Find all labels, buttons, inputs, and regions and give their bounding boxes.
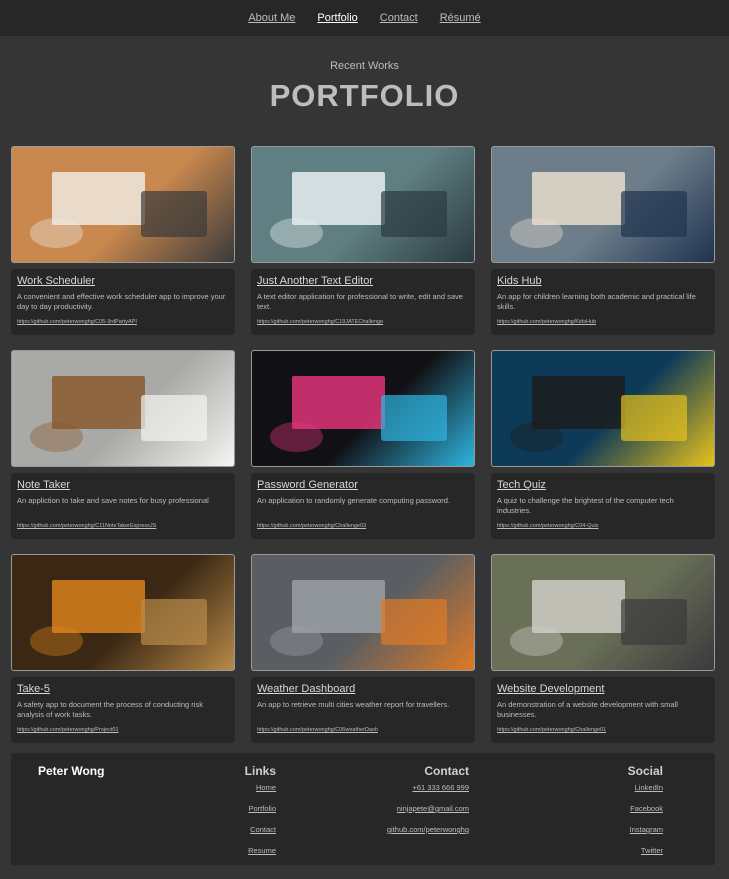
top-nav: About Me Portfolio Contact Résumé <box>0 0 729 36</box>
page-title: PORTFOLIO <box>269 78 460 113</box>
project-card: Weather Dashboard An app to retrieve mul… <box>251 554 475 747</box>
footer-links-heading: Links <box>244 764 276 778</box>
project-description: An demonstration of a website developmen… <box>497 700 678 719</box>
project-description: A text editor application for profession… <box>257 292 463 311</box>
project-title[interactable]: Kids Hub <box>497 275 710 287</box>
project-repo-link[interactable]: https://github.com/peterwonghg/C06weathe… <box>257 727 470 733</box>
project-info: Work Scheduler A convenient and effectiv… <box>11 269 235 335</box>
footer-contact-column: Contact +61 333 666 999 ninjapete@gmail.… <box>387 764 469 846</box>
footer-github-link[interactable]: github.com/peterwonghg <box>387 825 469 834</box>
project-description: An appliction to take and save notes for… <box>17 496 209 505</box>
project-repo-link[interactable]: https://github.com/peterwonghg/KidsHub <box>497 319 710 325</box>
project-thumbnail[interactable] <box>11 554 235 671</box>
project-card: Just Another Text Editor A text editor a… <box>251 146 475 339</box>
footer-link-home[interactable]: Home <box>245 783 276 792</box>
project-description: A safety app to document the process of … <box>17 700 203 719</box>
project-title[interactable]: Weather Dashboard <box>257 683 470 695</box>
project-title[interactable]: Just Another Text Editor <box>257 275 470 287</box>
footer-instagram-link[interactable]: Instagram <box>628 825 663 834</box>
project-title[interactable]: Website Development <box>497 683 710 695</box>
project-card: Kids Hub An app for children learning bo… <box>491 146 715 339</box>
project-card: Tech Quiz A quiz to challenge the bright… <box>491 350 715 543</box>
footer-contact-heading: Contact <box>424 764 469 778</box>
footer-links-column: Links Home Portfolio Contact Resume <box>245 764 276 867</box>
project-thumbnail[interactable] <box>11 146 235 263</box>
footer-twitter-link[interactable]: Twitter <box>628 846 663 855</box>
project-description: An app to retrieve multi cities weather … <box>257 700 450 709</box>
project-description: An app for children learning both academ… <box>497 292 696 311</box>
project-description: A quiz to challenge the brightest of the… <box>497 496 674 515</box>
footer-link-portfolio[interactable]: Portfolio <box>245 804 276 813</box>
project-thumbnail[interactable] <box>491 146 715 263</box>
site-footer: Peter Wong Links Home Portfolio Contact … <box>11 753 715 865</box>
project-card: Take-5 A safety app to document the proc… <box>11 554 235 747</box>
project-card: Website Development An demonstration of … <box>491 554 715 747</box>
project-info: Note Taker An appliction to take and sav… <box>11 473 235 539</box>
project-info: Password Generator An application to ran… <box>251 473 475 539</box>
project-card: Note Taker An appliction to take and sav… <box>11 350 235 543</box>
project-info: Kids Hub An app for children learning bo… <box>491 269 715 335</box>
footer-link-resume[interactable]: Resume <box>245 846 276 855</box>
project-title[interactable]: Note Taker <box>17 479 230 491</box>
nav-resume[interactable]: Résumé <box>440 12 481 24</box>
project-thumbnail[interactable] <box>251 146 475 263</box>
nav-about-me[interactable]: About Me <box>248 12 295 24</box>
project-info: Just Another Text Editor A text editor a… <box>251 269 475 335</box>
project-repo-link[interactable]: https://github.com/peterwonghg/Challenge… <box>497 727 710 733</box>
footer-author-name: Peter Wong <box>38 764 105 778</box>
project-thumbnail[interactable] <box>491 554 715 671</box>
project-repo-link[interactable]: https://github.com/peterwonghg/C11NoteTa… <box>17 523 230 529</box>
project-thumbnail[interactable] <box>11 350 235 467</box>
project-repo-link[interactable]: https://github.com/peterwonghg/Challenge… <box>257 523 470 529</box>
project-title[interactable]: Tech Quiz <box>497 479 710 491</box>
project-thumbnail[interactable] <box>251 350 475 467</box>
project-card: Work Scheduler A convenient and effectiv… <box>11 146 235 339</box>
footer-facebook-link[interactable]: Facebook <box>628 804 663 813</box>
project-repo-link[interactable]: https://github.com/peterwonghg/C19JATECh… <box>257 319 470 325</box>
project-thumbnail[interactable] <box>251 554 475 671</box>
project-title[interactable]: Take-5 <box>17 683 230 695</box>
project-description: An application to randomly generate comp… <box>257 496 451 505</box>
project-info: Website Development An demonstration of … <box>491 677 715 743</box>
project-card: Password Generator An application to ran… <box>251 350 475 543</box>
project-info: Take-5 A safety app to document the proc… <box>11 677 235 743</box>
nav-portfolio[interactable]: Portfolio <box>317 12 357 24</box>
project-repo-link[interactable]: https://github.com/peterwonghg/Project01 <box>17 727 230 733</box>
nav-contact[interactable]: Contact <box>380 12 418 24</box>
footer-social-heading: Social <box>627 764 663 778</box>
project-thumbnail[interactable] <box>491 350 715 467</box>
footer-social-column: Social LinkedIn Facebook Instagram Twitt… <box>628 764 663 867</box>
footer-link-contact[interactable]: Contact <box>245 825 276 834</box>
footer-email-link[interactable]: ninjapete@gmail.com <box>387 804 469 813</box>
project-description: A convenient and effective work schedule… <box>17 292 226 311</box>
project-title[interactable]: Work Scheduler <box>17 275 230 287</box>
project-repo-link[interactable]: https://github.com/peterwonghg/C05-3rdPa… <box>17 319 230 325</box>
section-subtitle: Recent Works <box>330 60 399 72</box>
project-repo-link[interactable]: https://github.com/peterwonghg/C04-Quiz <box>497 523 710 529</box>
project-info: Tech Quiz A quiz to challenge the bright… <box>491 473 715 539</box>
footer-phone-link[interactable]: +61 333 666 999 <box>387 783 469 792</box>
project-grid: Work Scheduler A convenient and effectiv… <box>11 146 715 747</box>
project-title[interactable]: Password Generator <box>257 479 470 491</box>
footer-linkedin-link[interactable]: LinkedIn <box>628 783 663 792</box>
project-info: Weather Dashboard An app to retrieve mul… <box>251 677 475 743</box>
